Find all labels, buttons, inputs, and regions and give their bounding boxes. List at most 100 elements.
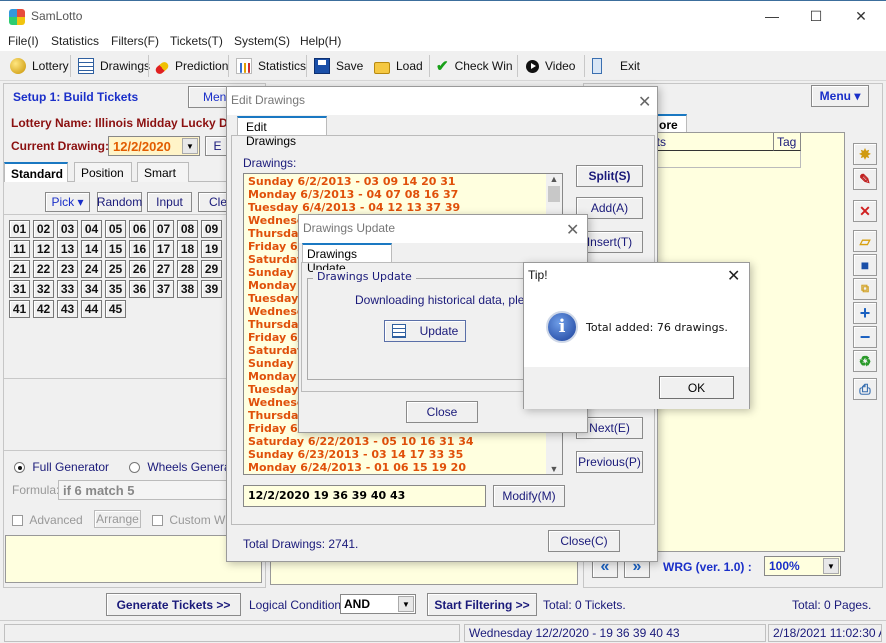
drawing-row[interactable]: Saturday 6/22/2013 - 05 10 16 31 34 bbox=[248, 435, 558, 448]
toolbar-save-button[interactable]: Save bbox=[314, 57, 363, 75]
number-button[interactable]: 41 bbox=[9, 300, 30, 318]
full-generator-radio[interactable]: Full Generator bbox=[14, 460, 109, 474]
close-icon[interactable]: ✕ bbox=[727, 266, 740, 286]
wheels-generator-radio[interactable]: Wheels Generato bbox=[129, 460, 241, 474]
number-button[interactable]: 09 bbox=[201, 220, 222, 238]
table-row[interactable] bbox=[640, 151, 801, 168]
number-button[interactable]: 43 bbox=[57, 300, 78, 318]
toolbar-load-button[interactable]: Load bbox=[374, 57, 423, 75]
menu-tickets[interactable]: Tickets(T) bbox=[170, 34, 223, 48]
scroll-up-icon[interactable]: ▲ bbox=[546, 174, 562, 184]
number-button[interactable]: 13 bbox=[57, 240, 78, 258]
tab-standard[interactable]: Standard bbox=[4, 162, 68, 182]
menu-statistics[interactable]: Statistics bbox=[51, 34, 99, 48]
right-menu-button[interactable]: Menu ▾ bbox=[811, 85, 869, 107]
minimize-button[interactable]: — bbox=[762, 7, 782, 25]
advanced-checkbox[interactable]: Advanced bbox=[12, 513, 83, 527]
number-button[interactable]: 06 bbox=[129, 220, 150, 238]
number-button[interactable]: 04 bbox=[81, 220, 102, 238]
number-button[interactable]: 38 bbox=[177, 280, 198, 298]
update-close-button[interactable]: Close bbox=[406, 401, 478, 423]
menu-system[interactable]: System(S) bbox=[234, 34, 290, 48]
toolbar-statistics-button[interactable]: Statistics bbox=[236, 57, 306, 75]
start-filtering-button[interactable]: Start Filtering >> bbox=[427, 593, 537, 616]
number-button[interactable]: 33 bbox=[57, 280, 78, 298]
close-icon[interactable]: ✕ bbox=[566, 220, 579, 240]
drawing-row[interactable]: Tuesday 6/4/2013 - 04 12 13 37 39 bbox=[248, 201, 558, 214]
toolbar-check-win-button[interactable]: ✔ Check Win bbox=[436, 57, 513, 75]
drawing-row[interactable]: Sunday 6/23/2013 - 03 14 17 33 35 bbox=[248, 448, 558, 461]
number-button[interactable]: 02 bbox=[33, 220, 54, 238]
number-button[interactable]: 08 bbox=[177, 220, 198, 238]
edit-close-button[interactable]: Close(C) bbox=[548, 530, 620, 552]
number-button[interactable]: 19 bbox=[201, 240, 222, 258]
plus-icon[interactable]: + bbox=[853, 302, 877, 324]
zoom-select[interactable]: 100% ▼ bbox=[764, 556, 841, 576]
tab-smart[interactable]: Smart bbox=[137, 162, 189, 182]
tab-edit-drawings[interactable]: Edit Drawings bbox=[237, 116, 327, 148]
modify-button[interactable]: Modify(M) bbox=[493, 485, 565, 507]
number-button[interactable]: 03 bbox=[57, 220, 78, 238]
pick-dropdown-button[interactable]: Pick ▾ bbox=[45, 192, 90, 212]
toolbar-video-button[interactable]: Video bbox=[526, 57, 575, 75]
chevron-down-icon[interactable]: ▼ bbox=[823, 558, 839, 574]
number-button[interactable]: 16 bbox=[129, 240, 150, 258]
custom-wheel-checkbox[interactable]: Custom Wh bbox=[152, 513, 232, 527]
number-button[interactable]: 35 bbox=[105, 280, 126, 298]
recycle-bin-icon[interactable]: ♻ bbox=[853, 350, 877, 372]
number-button[interactable]: 31 bbox=[9, 280, 30, 298]
toolbar-prediction-button[interactable]: Prediction bbox=[154, 57, 228, 76]
floppy-disk-icon[interactable]: ■ bbox=[853, 254, 877, 276]
toolbar-exit-button[interactable]: Exit bbox=[592, 57, 640, 75]
column-tag[interactable]: Tag bbox=[774, 133, 801, 151]
number-button[interactable]: 18 bbox=[177, 240, 198, 258]
menu-file[interactable]: File(I) bbox=[8, 34, 39, 48]
number-button[interactable]: 24 bbox=[81, 260, 102, 278]
number-button[interactable]: 44 bbox=[81, 300, 102, 318]
menu-filters[interactable]: Filters(F) bbox=[111, 34, 159, 48]
chevron-down-icon[interactable]: ▼ bbox=[182, 138, 198, 154]
ticket-output-area[interactable] bbox=[5, 535, 262, 583]
number-button[interactable]: 05 bbox=[105, 220, 126, 238]
number-button[interactable]: 07 bbox=[153, 220, 174, 238]
number-button[interactable]: 26 bbox=[129, 260, 150, 278]
split-button[interactable]: Split(S) bbox=[576, 165, 643, 187]
ok-button[interactable]: OK bbox=[659, 376, 734, 399]
close-icon[interactable]: ✕ bbox=[638, 92, 651, 112]
generate-tickets-button[interactable]: Generate Tickets >> bbox=[106, 593, 241, 616]
printer-icon[interactable]: ⎙ bbox=[853, 378, 877, 400]
number-button[interactable]: 39 bbox=[201, 280, 222, 298]
update-button[interactable]: Update bbox=[384, 320, 466, 342]
chevron-down-icon[interactable]: ▼ bbox=[398, 596, 414, 612]
formula-select[interactable]: if 6 match 5 bbox=[58, 480, 228, 500]
number-button[interactable]: 37 bbox=[153, 280, 174, 298]
number-button[interactable]: 32 bbox=[33, 280, 54, 298]
number-button[interactable]: 36 bbox=[129, 280, 150, 298]
tab-position[interactable]: Position bbox=[74, 162, 132, 182]
column-tickets[interactable]: kets bbox=[640, 133, 774, 151]
number-button[interactable]: 25 bbox=[105, 260, 126, 278]
random-button[interactable]: Random bbox=[97, 192, 142, 212]
number-button[interactable]: 12 bbox=[33, 240, 54, 258]
arrange-button[interactable]: Arrange bbox=[94, 510, 141, 528]
current-drawing-select[interactable]: 12/2/2020 ▼ bbox=[108, 136, 200, 156]
number-button[interactable]: 28 bbox=[177, 260, 198, 278]
drawing-row[interactable]: Sunday 6/2/2013 - 03 09 14 20 31 bbox=[248, 175, 558, 188]
drawing-row[interactable]: Monday 6/24/2013 - 01 06 15 19 20 bbox=[248, 461, 558, 474]
lottery-star-icon[interactable]: ✸ bbox=[853, 143, 877, 165]
menu-help[interactable]: Help(H) bbox=[300, 34, 341, 48]
maximize-button[interactable]: ☐ bbox=[806, 7, 826, 25]
previous-button[interactable]: Previous(P) bbox=[576, 451, 643, 473]
drawing-edit-input[interactable]: 12/2/2020 19 36 39 40 43 bbox=[243, 485, 486, 507]
number-button[interactable]: 23 bbox=[57, 260, 78, 278]
tab-drawings-update[interactable]: Drawings Update bbox=[302, 243, 392, 275]
clear-button[interactable]: Clea bbox=[198, 192, 228, 212]
open-folder-icon[interactable]: ▱ bbox=[853, 230, 877, 252]
minus-icon[interactable]: − bbox=[853, 326, 877, 348]
number-button[interactable]: 34 bbox=[81, 280, 102, 298]
copy-pages-icon[interactable]: ⧉ bbox=[853, 278, 877, 300]
delete-x-icon[interactable]: ✕ bbox=[853, 200, 877, 222]
input-button[interactable]: Input bbox=[147, 192, 192, 212]
close-window-button[interactable]: ✕ bbox=[851, 7, 871, 25]
number-button[interactable]: 21 bbox=[9, 260, 30, 278]
